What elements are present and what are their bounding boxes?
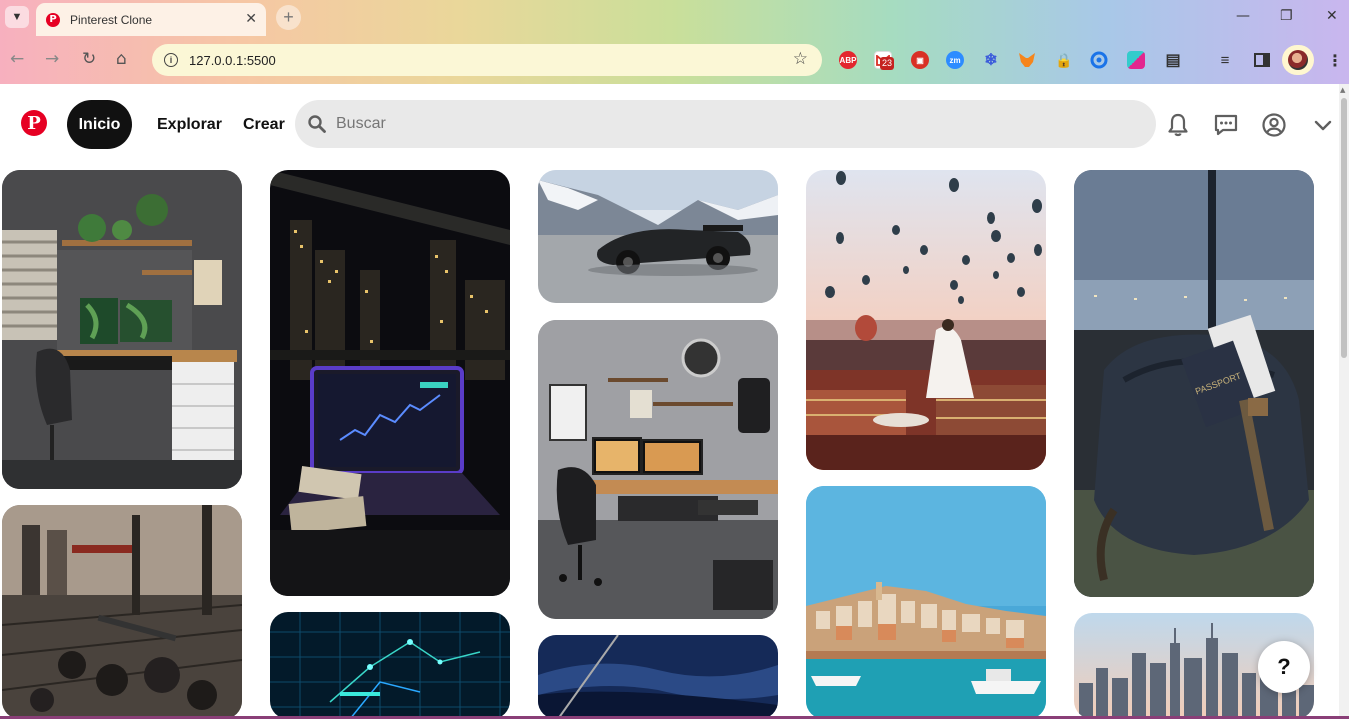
app-header: P Inicio Explorar Crear <box>0 84 1339 164</box>
sidebar-icon[interactable] <box>1253 51 1271 69</box>
tab-bar: ▼ P Pinterest Clone ✕ + — ❐ ✕ <box>0 0 1349 36</box>
extension-red-icon[interactable]: ▣ <box>911 51 929 69</box>
pin-desk-setup[interactable] <box>2 170 242 489</box>
minimize-icon[interactable]: — <box>1236 8 1250 24</box>
tab-search-button[interactable]: ▼ <box>5 6 29 28</box>
playlist-icon[interactable]: ≡ <box>1216 51 1234 69</box>
circle-c-icon[interactable] <box>1090 51 1108 69</box>
menu-kebab-icon[interactable]: ⋮ <box>1327 51 1343 70</box>
back-icon[interactable]: ← <box>10 49 24 69</box>
pin-balloons[interactable] <box>806 170 1046 470</box>
scrollbar[interactable]: ▲ <box>1339 84 1349 719</box>
pin-network[interactable] <box>270 612 510 719</box>
scroll-up-icon[interactable]: ▲ <box>1340 86 1345 94</box>
pinterest-logo-icon[interactable]: P <box>21 110 47 136</box>
nav-create-link[interactable]: Crear <box>243 116 285 134</box>
search-input[interactable] <box>336 115 1116 133</box>
nav-home-button[interactable]: Inicio <box>67 100 132 149</box>
profile-button[interactable] <box>1282 45 1314 75</box>
bookmark-star-icon[interactable]: ☆ <box>793 49 808 69</box>
zoom-icon[interactable]: zm <box>946 51 964 69</box>
account-icon[interactable] <box>1261 112 1287 138</box>
gaming-room-image <box>538 320 778 619</box>
pin-gym[interactable] <box>2 505 242 719</box>
avatar <box>1288 50 1308 70</box>
pin-laptop-night[interactable] <box>270 170 510 596</box>
restore-icon[interactable]: ❐ <box>1280 8 1293 24</box>
scroll-thumb[interactable] <box>1341 98 1347 358</box>
close-window-icon[interactable]: ✕ <box>1326 8 1338 24</box>
site-info-icon[interactable]: i <box>164 53 178 67</box>
balloons-image <box>806 170 1046 470</box>
url-text: 127.0.0.1:5500 <box>189 52 276 68</box>
pin-travel-bag[interactable]: PASSPORT <box>1074 170 1314 597</box>
forward-icon[interactable]: → <box>45 49 59 69</box>
abp-icon[interactable]: ABP <box>839 51 857 69</box>
pin-supercar[interactable] <box>538 170 778 303</box>
laptop-night-image <box>270 170 510 596</box>
chevron-down-icon: ▼ <box>11 11 23 23</box>
new-tab-button[interactable]: + <box>276 5 301 30</box>
gmail-badge: 23 <box>880 57 895 70</box>
night-sky-image <box>538 635 778 719</box>
network-image <box>270 612 510 719</box>
message-icon[interactable] <box>1213 112 1239 138</box>
browser-chrome: ▼ P Pinterest Clone ✕ + — ❐ ✕ ← → ↻ ⌂ i … <box>0 0 1349 84</box>
search-icon <box>308 115 326 133</box>
pin-harbor[interactable] <box>806 486 1046 719</box>
colorful-ext-icon[interactable] <box>1127 51 1145 69</box>
pin-night-sky[interactable] <box>538 635 778 719</box>
supercar-image <box>538 170 778 303</box>
address-bar[interactable]: i 127.0.0.1:5500 ☆ <box>152 44 822 76</box>
help-button[interactable]: ? <box>1258 641 1310 693</box>
lock-icon[interactable]: 🔒 <box>1055 51 1073 69</box>
pin-gaming-room[interactable] <box>538 320 778 619</box>
gym-image <box>2 505 242 719</box>
puzzle-icon[interactable]: ▤ <box>1164 51 1182 69</box>
harbor-image <box>806 486 1046 719</box>
bell-icon[interactable] <box>1165 112 1191 138</box>
snowflake-icon[interactable]: ❄ <box>982 51 1000 69</box>
search-bar[interactable] <box>295 100 1156 148</box>
browser-toolbar: ← → ↻ ⌂ i 127.0.0.1:5500 ☆ ABP ▣ zm ❄ 🔒 … <box>0 36 1349 84</box>
pinterest-favicon-icon: P <box>46 12 60 27</box>
close-icon[interactable]: ✕ <box>245 11 257 27</box>
travel-bag-image: PASSPORT <box>1074 170 1314 597</box>
metamask-icon[interactable] <box>1018 51 1036 69</box>
browser-tab[interactable]: P Pinterest Clone ✕ <box>36 3 266 36</box>
tab-title: Pinterest Clone <box>70 12 153 27</box>
chevron-down-icon[interactable] <box>1310 112 1336 138</box>
reload-icon[interactable]: ↻ <box>82 49 96 69</box>
desk-setup-image <box>2 170 242 489</box>
nav-explore-link[interactable]: Explorar <box>157 116 222 134</box>
home-icon[interactable]: ⌂ <box>116 49 127 69</box>
